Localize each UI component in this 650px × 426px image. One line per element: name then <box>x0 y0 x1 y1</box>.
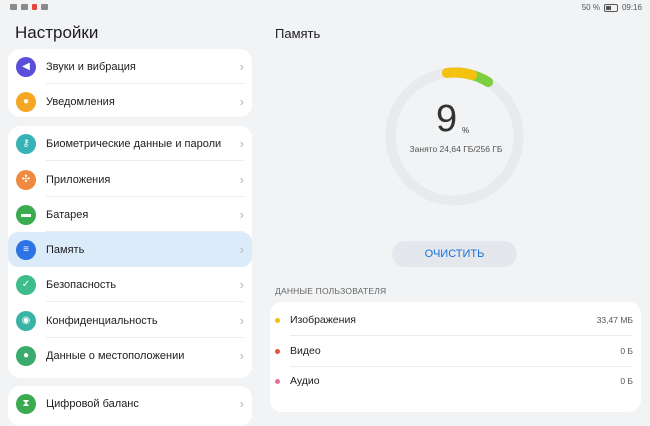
settings-item-battery[interactable]: ▬ Батарея › <box>8 197 252 232</box>
chevron-right-icon: › <box>239 59 244 74</box>
divider <box>46 160 244 161</box>
battery-icon: ▬ <box>16 204 36 225</box>
chevron-right-icon: › <box>239 242 244 257</box>
chevron-right-icon: › <box>239 396 244 411</box>
battery-icon <box>603 3 618 12</box>
battery-percent: 50 % <box>581 3 600 12</box>
clean-button[interactable]: ОЧИСТИТЬ <box>392 241 517 267</box>
settings-item-privacy[interactable]: ◉ Конфиденциальность › <box>8 303 252 338</box>
chevron-right-icon: › <box>239 313 244 328</box>
settings-group: ⚷ Биометрические данные и пароли › ✣ Приложе… <box>8 126 252 378</box>
settings-item-label: Безопасность <box>46 278 117 291</box>
wifi-icon <box>21 4 28 10</box>
data-row-value: 0 Б <box>620 376 633 386</box>
notification-icon <box>32 4 37 10</box>
apps-icon: ✣ <box>16 169 36 190</box>
settings-group: ⧗ Цифровой баланс › <box>8 386 252 426</box>
settings-item-label: Звуки и вибрация <box>46 60 136 73</box>
settings-item-speaker[interactable]: ◀ Звуки и вибрация › <box>8 49 252 84</box>
settings-item-label: Батарея <box>46 208 89 221</box>
key-icon: ⚷ <box>16 133 36 154</box>
settings-title: Настройки <box>15 23 99 42</box>
signal-icon <box>10 4 17 10</box>
data-row-label: Видео <box>290 345 321 357</box>
settings-item-key[interactable]: ⚷ Биометрические данные и пароли › <box>8 126 252 161</box>
bell-icon: ● <box>16 91 36 112</box>
images-dot-icon <box>275 318 280 323</box>
hourglass-icon: ⧗ <box>16 393 36 414</box>
data-row-label: Изображения <box>290 314 356 326</box>
user-data-header: ДАННЫЕ ПОЛЬЗОВАТЕЛЯ <box>275 286 387 296</box>
settings-item-label: Память <box>46 243 85 256</box>
location-icon: ● <box>16 345 36 366</box>
data-row-images[interactable]: Изображения 33,47 МБ <box>270 306 641 336</box>
data-row-value: 33,47 МБ <box>596 315 633 325</box>
message-icon <box>41 4 48 10</box>
settings-item-hourglass[interactable]: ⧗ Цифровой баланс › <box>8 386 252 421</box>
settings-item-label: Данные о местоположении <box>46 349 185 362</box>
status-icons-left <box>10 4 48 10</box>
settings-item-bell[interactable]: ● Уведомления › <box>8 84 252 119</box>
settings-item-apps[interactable]: ✣ Приложения › <box>8 162 252 197</box>
data-row-label: Аудио <box>290 375 320 387</box>
data-row-value: 0 Б <box>620 346 633 356</box>
storage-panel: Память 9 % Занято 24,64 ГБ/256 ГБ ОЧИСТИ… <box>262 16 650 412</box>
status-bar: 50 % 09:16 <box>0 0 650 16</box>
audio-dot-icon <box>275 379 280 384</box>
chevron-right-icon: › <box>239 277 244 292</box>
settings-item-label: Приложения <box>46 173 111 186</box>
chevron-right-icon: › <box>239 172 244 187</box>
settings-item-label: Цифровой баланс <box>46 397 139 410</box>
chevron-right-icon: › <box>239 94 244 109</box>
chevron-right-icon: › <box>239 207 244 222</box>
settings-panel: Настройки ◀ Звуки и вибрация › ● Уведомления… <box>0 16 262 426</box>
clock: 09:16 <box>621 3 642 12</box>
settings-group: ◀ Звуки и вибрация › ● Уведомления › <box>8 49 252 117</box>
user-data-card: Изображения 33,47 МБ Видео 0 Б Аудио 0 Б <box>270 302 641 412</box>
shield-icon: ✓ <box>16 274 36 295</box>
settings-item-storage[interactable]: ≡ Память › <box>8 232 252 267</box>
divider <box>46 301 244 302</box>
data-row-audio[interactable]: Аудио 0 Б <box>270 367 641 397</box>
usage-percent: 9 <box>436 98 458 140</box>
used-space-text: Занято 24,64 ГБ/256 ГБ <box>409 144 503 154</box>
settings-item-label: Биометрические данные и пароли <box>46 137 222 150</box>
storage-icon: ≡ <box>16 239 36 260</box>
settings-item-location[interactable]: ● Данные о местоположении › <box>8 338 252 373</box>
settings-item-label: Уведомления <box>46 95 115 108</box>
speaker-icon: ◀ <box>16 56 36 77</box>
chevron-right-icon: › <box>239 136 244 151</box>
privacy-icon: ◉ <box>16 310 36 331</box>
video-dot-icon <box>275 349 280 354</box>
chevron-right-icon: › <box>239 348 244 363</box>
settings-item-label: Конфиденциальность <box>46 314 158 327</box>
settings-item-shield[interactable]: ✓ Безопасность › <box>8 267 252 302</box>
storage-title: Память <box>275 26 321 41</box>
ring-segment-yellow <box>441 67 478 81</box>
usage-percent-sign: % <box>462 126 470 135</box>
data-row-video[interactable]: Видео 0 Б <box>270 337 641 367</box>
